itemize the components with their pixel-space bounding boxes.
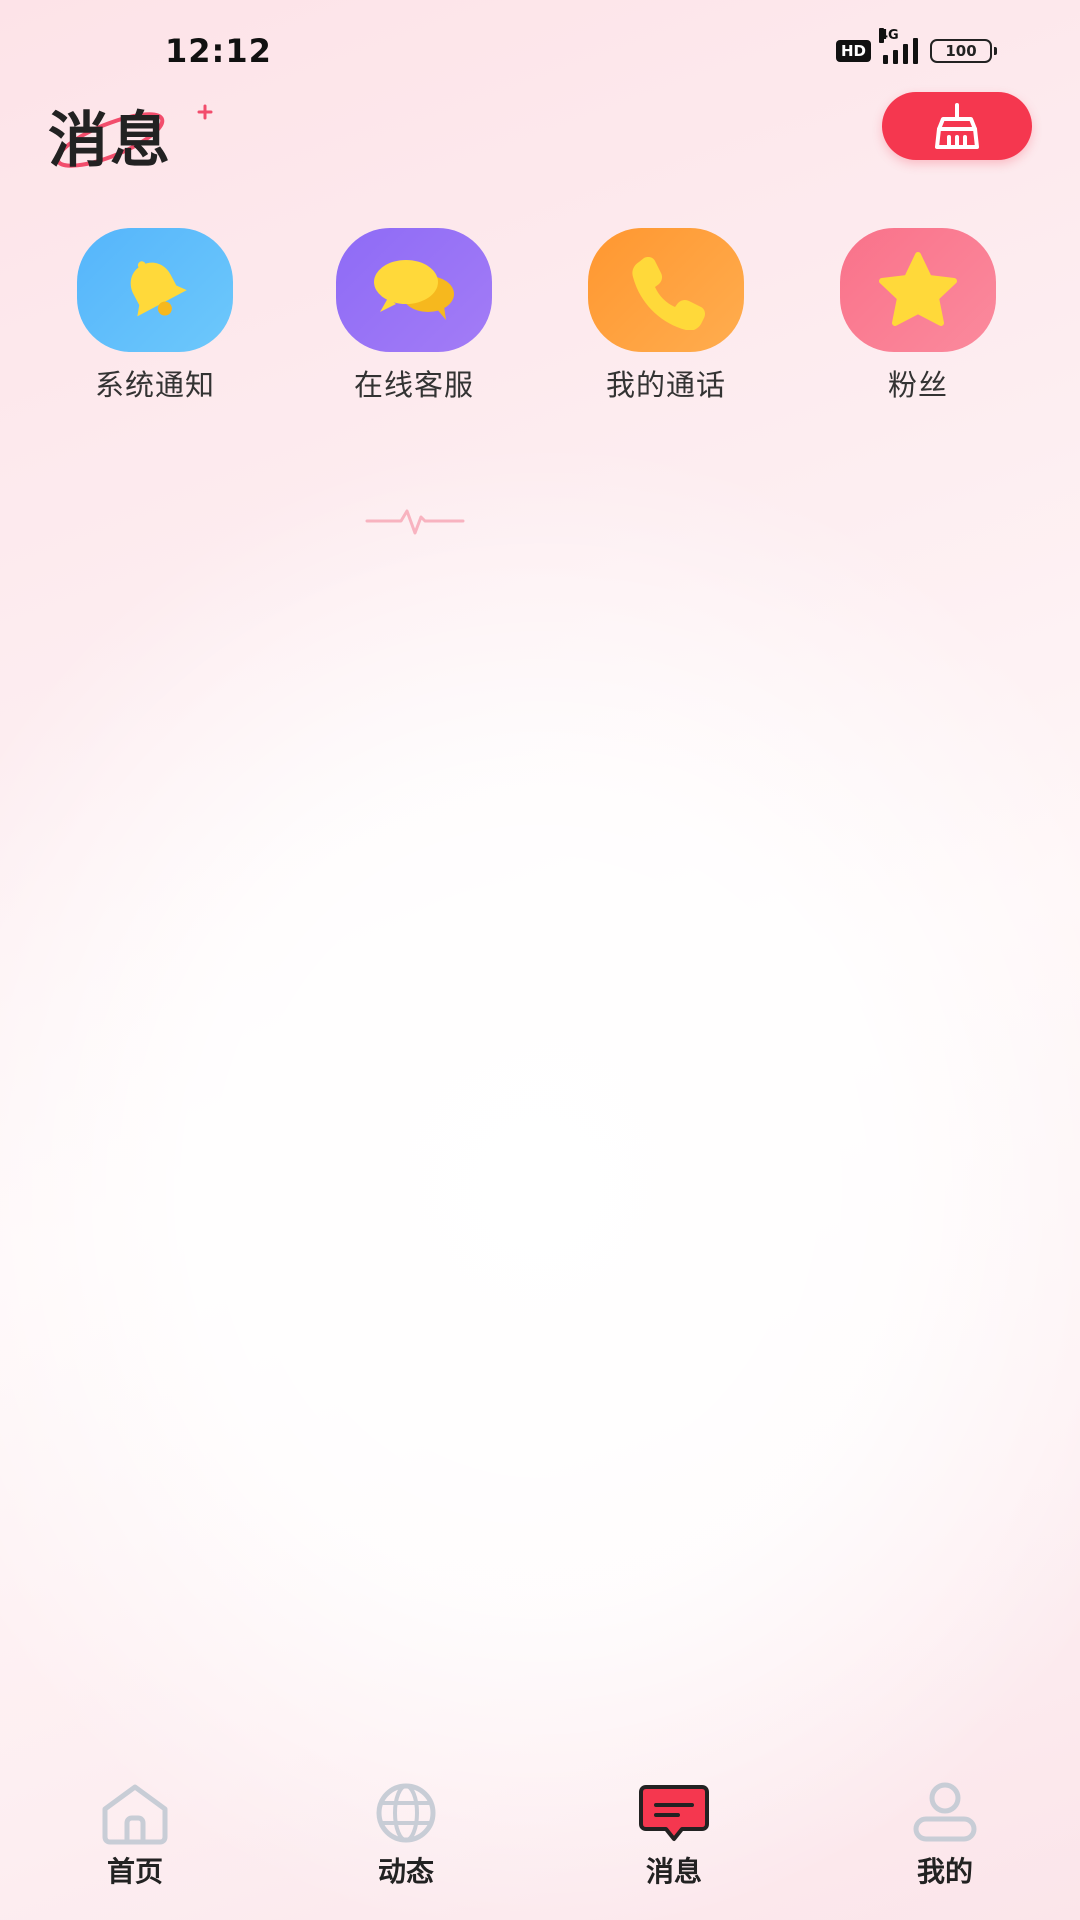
home-icon — [95, 1778, 175, 1848]
shortcut-label: 我的通话 — [605, 368, 726, 402]
profile-icon — [905, 1778, 985, 1848]
nav-label: 我的 — [916, 1855, 973, 1888]
page-title: 消息 — [48, 106, 172, 176]
broom-icon — [935, 103, 979, 149]
nav-label: 首页 — [106, 1855, 163, 1888]
bell-icon — [130, 261, 187, 317]
message-icon — [634, 1778, 714, 1848]
nav-messages[interactable]: 消息 — [594, 1778, 754, 1890]
nav-home[interactable]: 首页 — [55, 1778, 215, 1890]
shortcut-my-calls[interactable]: 我的通话 — [556, 228, 776, 404]
battery-level: 100 — [945, 42, 977, 60]
shortcut-label: 粉丝 — [887, 368, 948, 402]
my-calls-tile[interactable] — [588, 228, 744, 352]
system-notice-tile[interactable] — [77, 228, 233, 352]
status-indicators: HD 4G 100 — [835, 28, 997, 64]
globe-icon — [366, 1778, 446, 1848]
hd-badge: HD — [835, 40, 871, 62]
heartbeat-decoration — [365, 509, 465, 535]
clear-messages-button[interactable] — [882, 92, 1032, 160]
nav-label: 动态 — [377, 1855, 434, 1888]
shortcut-fans[interactable]: 粉丝 — [808, 228, 1028, 404]
star-icon — [879, 252, 957, 326]
nav-label: 消息 — [645, 1855, 702, 1888]
battery-icon: 100 — [930, 39, 997, 63]
status-bar: 12:12 HD 4G 100 — [0, 0, 1080, 100]
shortcut-label: 在线客服 — [353, 368, 474, 402]
fans-tile[interactable] — [840, 228, 996, 352]
shortcut-label: 系统通知 — [94, 368, 215, 402]
bottom-navigation: 首页 动态 消息 我的 — [0, 1778, 1080, 1920]
signal-icon: 4G — [879, 28, 918, 64]
nav-profile[interactable]: 我的 — [865, 1778, 1025, 1890]
phone-icon — [632, 257, 705, 330]
chat-bubbles-icon — [374, 260, 454, 320]
status-time: 12:12 — [165, 32, 272, 70]
shortcut-system-notice[interactable]: 系统通知 — [45, 228, 265, 404]
nav-moments[interactable]: 动态 — [326, 1778, 486, 1890]
shortcut-online-service[interactable]: 在线客服 — [304, 228, 524, 404]
network-type: 4G — [879, 28, 899, 43]
online-service-tile[interactable] — [336, 228, 492, 352]
